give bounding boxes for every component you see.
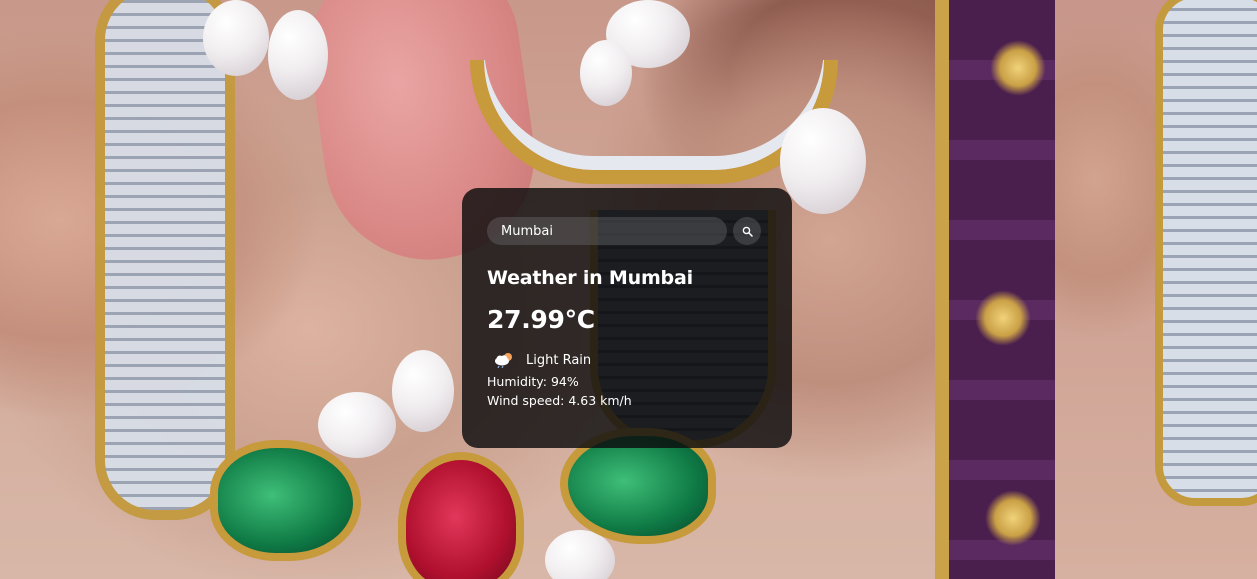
search-icon bbox=[742, 226, 753, 237]
background-pearl bbox=[580, 40, 632, 106]
background-emerald bbox=[210, 440, 361, 561]
background-pearl bbox=[780, 108, 866, 214]
background-pearl bbox=[268, 10, 328, 100]
cloud-rain-icon bbox=[495, 353, 512, 368]
weather-condition: Light Rain bbox=[493, 352, 767, 368]
weather-card: Weather in Mumbai 27.99°C Light Rain Hum… bbox=[462, 188, 792, 448]
background-flower-ornament bbox=[975, 290, 1031, 346]
city-search-input[interactable] bbox=[487, 217, 727, 245]
background-pearl bbox=[392, 350, 454, 432]
background-bead-necklace-right bbox=[1155, 0, 1257, 506]
background-flower-ornament bbox=[985, 490, 1041, 546]
wind-speed-text: Wind speed: 4.63 km/h bbox=[487, 393, 632, 408]
weather-title: Weather in Mumbai bbox=[487, 267, 693, 289]
background-flower-ornament bbox=[990, 40, 1046, 96]
background-pearl bbox=[203, 0, 269, 76]
humidity-text: Humidity: 94% bbox=[487, 374, 579, 389]
search-button[interactable] bbox=[733, 217, 761, 245]
temperature-value: 27.99°C bbox=[487, 305, 595, 334]
background-bead-necklace bbox=[95, 0, 235, 520]
background-pearl bbox=[318, 392, 396, 458]
weather-description: Light Rain bbox=[526, 352, 592, 368]
search-bar bbox=[487, 217, 767, 245]
